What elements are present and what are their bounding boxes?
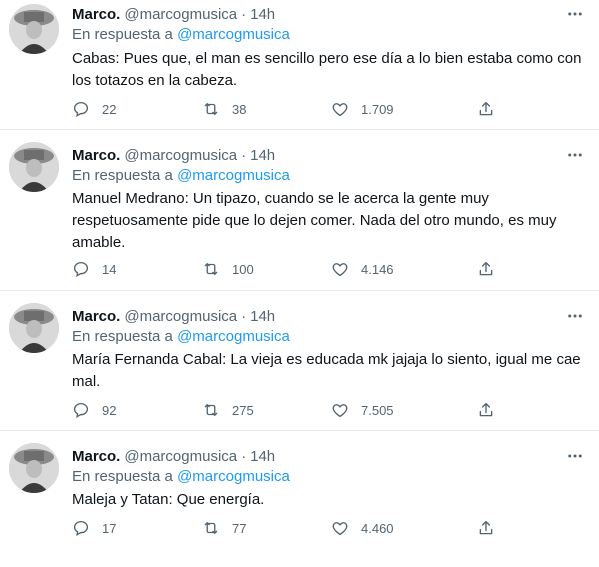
separator-dot: · (241, 146, 247, 164)
retweet-button[interactable]: 77 (202, 519, 246, 537)
timestamp[interactable]: 14h (250, 147, 275, 164)
like-count: 1.709 (361, 101, 394, 117)
more-icon (568, 314, 582, 318)
retweet-button[interactable]: 275 (202, 401, 254, 419)
reply-count: 14 (102, 261, 117, 277)
reply-count: 17 (102, 520, 117, 536)
retweet-icon (204, 103, 218, 115)
retweet-count: 38 (232, 101, 247, 117)
like-count: 4.146 (361, 261, 394, 277)
reply-count: 22 (102, 101, 117, 117)
reply-context: En respuesta a @marcogmusica (72, 468, 290, 485)
author-handle[interactable]: @marcogmusica (124, 448, 237, 465)
reply-prefix: En respuesta a (72, 167, 173, 184)
share-button[interactable] (477, 260, 495, 278)
reply-mention-link[interactable]: @marcogmusica (177, 26, 290, 43)
share-button[interactable] (477, 401, 495, 419)
more-icon (568, 153, 582, 157)
tweet-actions: 14 100 4.146 (72, 260, 579, 280)
reply-prefix: En respuesta a (72, 26, 173, 43)
avatar[interactable] (9, 142, 59, 192)
heart-icon (332, 522, 348, 536)
more-options-button[interactable] (563, 304, 587, 328)
reply-prefix: En respuesta a (72, 328, 173, 345)
tweet[interactable]: Marco. @marcogmusica · 14h En respuesta … (0, 431, 599, 567)
separator-dot: · (241, 447, 247, 465)
more-icon (568, 454, 582, 458)
tweet[interactable]: Marco. @marcogmusica · 14h En respuesta … (0, 0, 599, 130)
reply-context: En respuesta a @marcogmusica (72, 328, 290, 345)
retweet-count: 275 (232, 402, 254, 418)
author-handle[interactable]: @marcogmusica (124, 308, 237, 325)
share-button[interactable] (477, 100, 495, 118)
reply-context: En respuesta a @marcogmusica (72, 167, 290, 184)
reply-icon (73, 402, 89, 419)
author-name[interactable]: Marco. (72, 6, 120, 23)
heart-icon (332, 263, 348, 277)
like-count: 4.460 (361, 520, 394, 536)
more-options-button[interactable] (563, 2, 587, 26)
author-name[interactable]: Marco. (72, 448, 120, 465)
share-icon (479, 402, 493, 417)
reply-count: 92 (102, 402, 117, 418)
share-icon (479, 520, 493, 535)
retweet-button[interactable]: 100 (202, 260, 254, 278)
timestamp[interactable]: 14h (250, 308, 275, 325)
separator-dot: · (241, 5, 247, 23)
like-button[interactable]: 7.505 (331, 401, 394, 419)
share-icon (479, 261, 493, 276)
avatar[interactable] (9, 4, 59, 54)
reply-mention-link[interactable]: @marcogmusica (177, 328, 290, 345)
retweet-button[interactable]: 38 (202, 100, 246, 118)
retweet-count: 77 (232, 520, 247, 536)
timestamp[interactable]: 14h (250, 448, 275, 465)
tweet-actions: 22 38 1.709 (72, 100, 579, 120)
like-count: 7.505 (361, 402, 394, 418)
more-icon (568, 12, 582, 16)
more-options-button[interactable] (563, 143, 587, 167)
tweet[interactable]: Marco. @marcogmusica · 14h En respuesta … (0, 291, 599, 431)
separator-dot: · (241, 307, 247, 325)
like-button[interactable]: 4.146 (331, 260, 394, 278)
tweet[interactable]: Marco. @marcogmusica · 14h En respuesta … (0, 130, 599, 291)
reply-icon (73, 520, 89, 537)
tweet-text: María Fernanda Cabal: La vieja es educad… (72, 351, 581, 390)
retweet-icon (204, 263, 218, 275)
tweet-text: Manuel Medrano: Un tipazo, cuando se le … (72, 190, 557, 251)
tweet-actions: 92 275 7.505 (72, 401, 579, 421)
reply-icon (73, 101, 89, 118)
reply-button[interactable]: 92 (72, 401, 116, 419)
avatar[interactable] (9, 443, 59, 493)
author-name[interactable]: Marco. (72, 147, 120, 164)
share-icon (479, 101, 493, 116)
retweet-count: 100 (232, 261, 254, 277)
retweet-icon (204, 404, 218, 416)
share-button[interactable] (477, 519, 495, 537)
reply-button[interactable]: 17 (72, 519, 116, 537)
reply-button[interactable]: 22 (72, 100, 116, 118)
avatar[interactable] (9, 303, 59, 353)
reply-prefix: En respuesta a (72, 468, 173, 485)
tweet-feed: Marco. @marcogmusica · 14h En respuesta … (0, 0, 599, 567)
heart-icon (332, 404, 348, 418)
heart-icon (332, 103, 348, 117)
timestamp[interactable]: 14h (250, 6, 275, 23)
reply-icon (73, 261, 89, 278)
author-name[interactable]: Marco. (72, 308, 120, 325)
tweet-text: Cabas: Pues que, el man es sencillo pero… (72, 50, 582, 89)
author-handle[interactable]: @marcogmusica (124, 6, 237, 23)
reply-context: En respuesta a @marcogmusica (72, 26, 290, 43)
reply-button[interactable]: 14 (72, 260, 116, 278)
retweet-icon (204, 522, 218, 534)
tweet-text: Maleja y Tatan: Que energía. (72, 491, 265, 508)
reply-mention-link[interactable]: @marcogmusica (177, 468, 290, 485)
like-button[interactable]: 4.460 (331, 519, 394, 537)
more-options-button[interactable] (563, 444, 587, 468)
tweet-actions: 17 77 4.460 (72, 519, 579, 539)
like-button[interactable]: 1.709 (331, 100, 394, 118)
reply-mention-link[interactable]: @marcogmusica (177, 167, 290, 184)
author-handle[interactable]: @marcogmusica (124, 147, 237, 164)
